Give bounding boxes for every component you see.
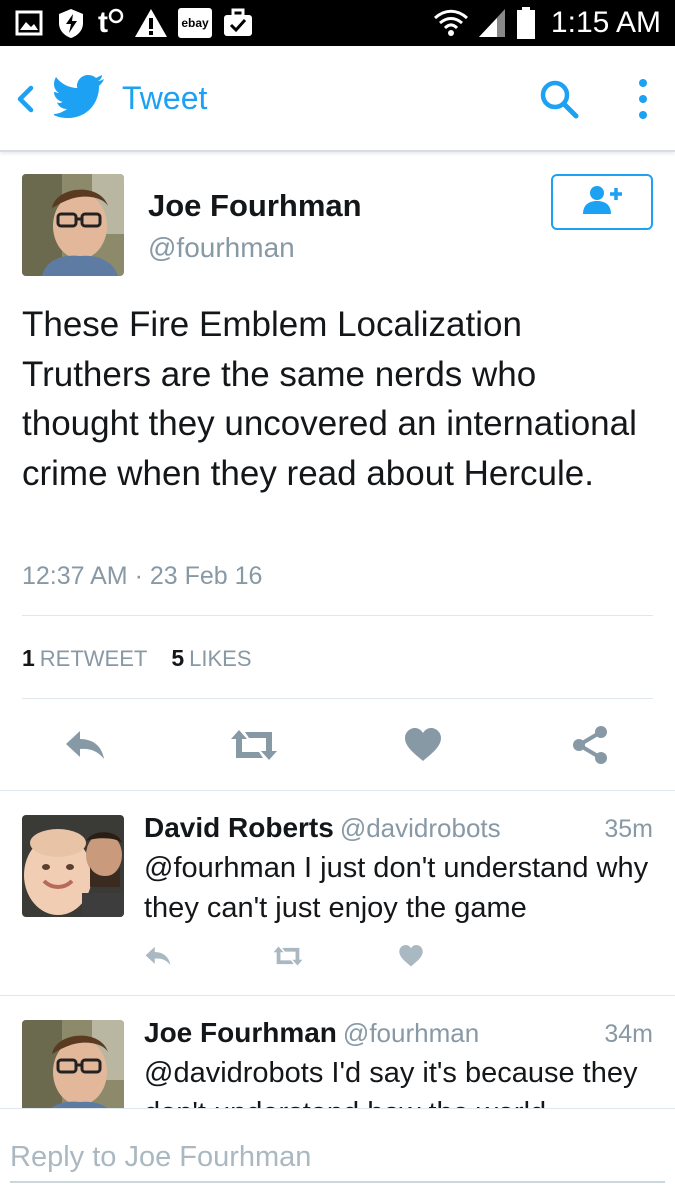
reply-author-name: David Roberts: [144, 812, 334, 843]
reply-time: 35m: [604, 815, 653, 843]
author-name[interactable]: Joe Fourhman: [148, 188, 362, 224]
twitter-bird-icon: [52, 74, 106, 118]
tweet-timestamp: 12:37 AM · 23 Feb 16: [22, 562, 263, 590]
status-time: 1:15 AM: [550, 6, 661, 39]
author-handle[interactable]: @fourhman: [148, 232, 295, 264]
reply-author-handle: @fourhman: [342, 1018, 480, 1048]
divider: [22, 615, 653, 616]
reply-author-handle: @davidrobots: [339, 813, 501, 843]
like-stat[interactable]: 5 LIKES: [171, 645, 251, 672]
back-icon[interactable]: [12, 84, 38, 114]
divider: [0, 790, 675, 791]
add-user-icon: [580, 184, 624, 221]
avatar[interactable]: [22, 815, 124, 917]
status-bar: t ebay 1:15 AM: [0, 0, 675, 46]
reply-author[interactable]: David Roberts @davidrobots: [144, 812, 501, 844]
search-icon[interactable]: [538, 78, 580, 120]
reply-author-name: Joe Fourhman: [144, 1017, 337, 1048]
reply-text: @fourhman I just don't understand why th…: [144, 852, 649, 924]
signal-icon: [477, 7, 507, 39]
gallery-icon: [14, 8, 44, 38]
tweet-text: These Fire Emblem Localization Truthers …: [22, 305, 637, 493]
t-mobile-icon: t: [98, 6, 124, 40]
warning-icon: [134, 7, 168, 39]
battery-icon: [515, 6, 537, 40]
retweet-icon[interactable]: [226, 724, 282, 766]
briefcase-check-icon: [222, 8, 254, 38]
retweet-icon[interactable]: [270, 942, 306, 970]
reply-input[interactable]: [10, 1133, 665, 1183]
page-title: Tweet: [122, 80, 208, 116]
app-header: Tweet: [0, 46, 675, 152]
reply-icon[interactable]: [60, 724, 110, 766]
heart-icon[interactable]: [400, 724, 446, 766]
sync-icon: [54, 6, 88, 40]
share-icon[interactable]: [568, 722, 612, 768]
reply-time: 34m: [604, 1020, 653, 1048]
retweet-stat[interactable]: 1 RETWEET: [22, 645, 147, 672]
divider: [0, 995, 675, 996]
avatar[interactable]: [22, 174, 124, 276]
wifi-icon: [433, 7, 469, 39]
tweet-stats: 1 RETWEET 5 LIKES: [22, 645, 252, 672]
reply-icon[interactable]: [142, 942, 174, 970]
follow-button[interactable]: [551, 174, 653, 230]
avatar[interactable]: [22, 1020, 124, 1122]
heart-icon[interactable]: [396, 942, 426, 970]
more-options-icon[interactable]: [628, 76, 658, 122]
reply-composer: [0, 1108, 675, 1200]
reply-author[interactable]: Joe Fourhman @fourhman: [144, 1017, 479, 1049]
ebay-icon: ebay: [178, 8, 212, 38]
divider: [22, 698, 653, 699]
